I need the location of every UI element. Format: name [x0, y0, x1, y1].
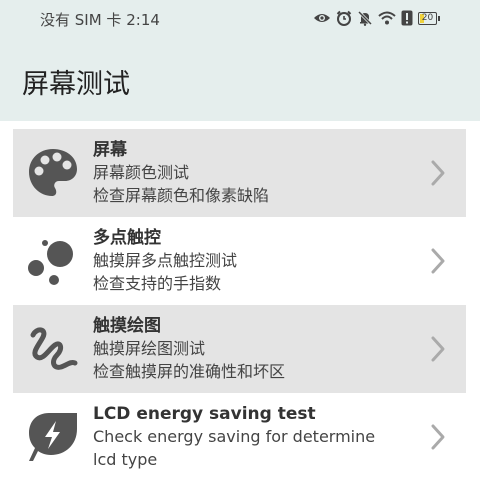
item-detail: 检查触摸屏的准确性和坏区 [93, 362, 286, 381]
battery-indicator: 20 [418, 11, 440, 25]
status-bar: 没有 SIM 卡 2:14 20 [0, 0, 480, 36]
chevron-right-icon [431, 336, 445, 362]
item-title: 触摸绘图 [93, 316, 161, 336]
mute-bell-icon [357, 10, 373, 26]
chevron-right-icon [431, 160, 445, 186]
wifi-icon [378, 11, 396, 25]
test-list: 屏幕 屏幕颜色测试 检查屏幕颜色和像素缺陷 多点触控 触摸屏多点触控测试 检查支… [13, 129, 466, 481]
carrier-label: 没有 SIM 卡 [40, 11, 122, 29]
item-title: 多点触控 [93, 228, 161, 248]
item-detail: 检查屏幕颜色和像素缺陷 [93, 186, 270, 205]
list-item-multitouch[interactable]: 多点触控 触摸屏多点触控测试 检查支持的手指数 [13, 217, 466, 305]
alarm-icon [336, 10, 352, 26]
status-carrier-time: 没有 SIM 卡 2:14 [40, 9, 160, 30]
item-subtitle: 触摸屏多点触控测试 [93, 251, 238, 270]
eye-icon [314, 14, 330, 22]
energy-leaf-icon [29, 413, 77, 461]
clock: 2:14 [126, 11, 160, 29]
item-subtitle: Check energy saving for determine [93, 427, 376, 446]
chevron-right-icon [431, 248, 445, 274]
list-item-lcd-energy[interactable]: LCD energy saving test Check energy savi… [13, 393, 466, 481]
status-icons: 20 [313, 9, 440, 27]
chevron-right-icon [431, 424, 445, 450]
item-detail: 检查支持的手指数 [93, 274, 222, 293]
item-detail: lcd type [93, 450, 158, 469]
page-title: 屏幕测试 [22, 69, 130, 100]
item-title: LCD energy saving test [93, 404, 316, 424]
app-header: 没有 SIM 卡 2:14 20 屏幕测试 [0, 0, 480, 121]
list-item-touch-draw[interactable]: 触摸绘图 触摸屏绘图测试 检查触摸屏的准确性和坏区 [13, 305, 466, 393]
item-subtitle: 屏幕颜色测试 [93, 163, 190, 182]
list-item-screen[interactable]: 屏幕 屏幕颜色测试 检查屏幕颜色和像素缺陷 [13, 129, 466, 217]
alert-icon [401, 10, 413, 26]
squiggle-icon [30, 327, 78, 370]
multi-dot-icon [28, 240, 73, 285]
item-title: 屏幕 [93, 140, 127, 160]
palette-icon [29, 149, 77, 196]
item-subtitle: 触摸屏绘图测试 [93, 339, 206, 358]
battery-level: 20 [421, 12, 434, 23]
